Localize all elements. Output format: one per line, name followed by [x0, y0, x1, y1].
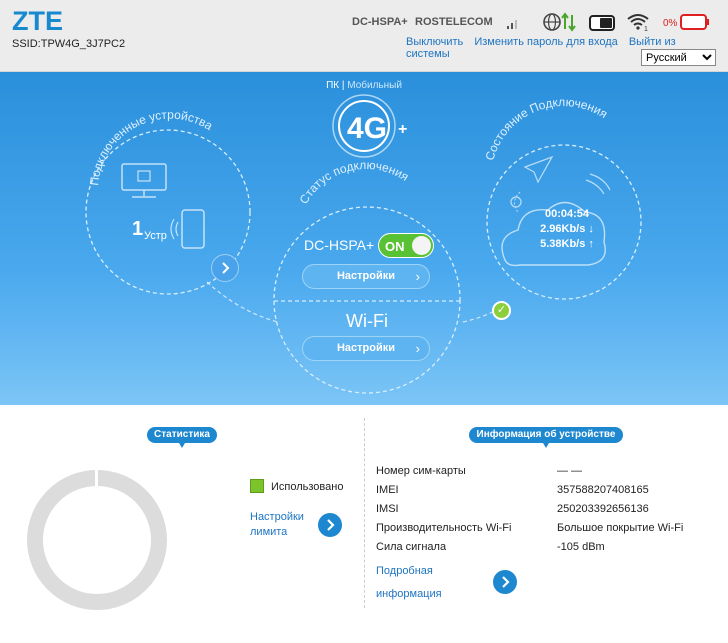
upload-speed: 5.38Kb/s ↑: [540, 238, 594, 250]
carrier-name: ROSTELECOM: [415, 16, 493, 28]
zte-logo: ZTE: [12, 6, 63, 36]
device-unit: Устр: [144, 230, 167, 242]
signal-strength-label: Сила сигнала: [376, 541, 447, 553]
used-legend-swatch: [250, 479, 264, 493]
chevron-right-icon: ›: [415, 341, 420, 356]
chevron-right-icon: [222, 262, 230, 274]
used-legend-label: Использовано: [271, 481, 344, 493]
wifi-settings-label: Настройки: [336, 342, 396, 354]
header: ZTE SSID:TPW4G_3J7PC2 DC-HSPA+ ROSTELECO…: [0, 0, 728, 72]
caret-down-icon: [179, 443, 185, 448]
connection-toggle[interactable]: ON: [378, 233, 434, 258]
toggle-label: ON: [385, 239, 405, 254]
monitor-icon: [121, 163, 167, 198]
signal-strength-icon: [507, 20, 517, 29]
imei-value: 357588207408165: [557, 484, 649, 496]
globe-connected-icon: [543, 12, 576, 32]
sim-card-icon: [589, 15, 615, 31]
chevron-right-icon: [327, 519, 335, 531]
mobile-settings-label: Настройки: [336, 270, 396, 282]
connection-state-title: Состояние Подключения: [483, 95, 611, 162]
more-info-button[interactable]: [493, 570, 517, 594]
wifi-performance-label: Производительность Wi-Fi: [376, 522, 512, 534]
dashboard-panel: 4G + Подключенные устройства Статус подк…: [0, 72, 728, 405]
phone-icon: [170, 209, 205, 249]
mode-mobile[interactable]: Мобильный: [347, 80, 402, 91]
imei-label: IMEI: [376, 484, 399, 496]
more-info-line2: информация: [376, 588, 442, 600]
usage-donut-chart: [27, 470, 167, 610]
mode-switch: ПК | Мобильный: [0, 80, 728, 91]
devices-details-button[interactable]: [211, 254, 239, 282]
signal-strength-value: -105 dBm: [557, 541, 605, 553]
wifi-settings-button[interactable]: Настройки ›: [302, 336, 430, 361]
sim-number-label: Номер сим-карты: [376, 465, 466, 477]
checkmark-icon: ✓: [492, 301, 511, 320]
wifi-label: Wi-Fi: [346, 311, 388, 331]
battery-percent: 0%: [663, 18, 678, 29]
shutdown-link[interactable]: Выключить: [406, 36, 463, 48]
mobile-settings-button[interactable]: Настройки ›: [302, 264, 430, 289]
limit-settings-line2: лимита: [250, 526, 288, 538]
ssid-label: SSID:TPW4G_3J7PC2: [12, 38, 126, 50]
network-name: DC-HSPA+: [304, 237, 375, 253]
chevron-right-icon: ›: [415, 269, 420, 284]
caret-down-icon: [543, 443, 549, 448]
battery-low-icon: [680, 14, 709, 30]
imsi-value: 250203392656136: [557, 503, 649, 515]
limit-settings-link[interactable]: Настройки лимита: [250, 510, 304, 540]
4g-plus-logo: 4G +: [332, 94, 407, 158]
svg-text:+: +: [398, 121, 407, 138]
network-type: DC-HSPA+: [352, 16, 408, 28]
connection-status-title: Статус подключения: [297, 158, 412, 207]
statistics-title: Статистика: [147, 427, 217, 443]
connection-time: 00:04:54: [544, 208, 590, 220]
language-select[interactable]: Русский: [641, 49, 716, 66]
download-speed: 2.96Kb/s ↓: [540, 223, 594, 235]
section-divider: [364, 418, 365, 608]
toggle-knob: [412, 236, 431, 255]
donut-marker: [95, 470, 98, 488]
devices-title: Подключенные устройства: [87, 108, 215, 187]
mode-pc[interactable]: ПК: [326, 80, 339, 91]
chevron-right-icon: [502, 576, 510, 588]
device-info-title: Информация об устройстве: [469, 427, 623, 443]
more-info-line1: Подробная: [376, 565, 433, 577]
wifi-icon: 1: [627, 14, 649, 32]
device-count: 1: [132, 218, 144, 240]
change-password-link[interactable]: Изменить пароль для входа: [474, 36, 617, 48]
imsi-label: IMSI: [376, 503, 399, 515]
limit-settings-button[interactable]: [318, 513, 342, 537]
wifi-performance-value: Большое покрытие Wi-Fi: [557, 522, 684, 534]
svg-text:4G: 4G: [347, 112, 387, 145]
more-info-link[interactable]: Подробная информация: [376, 560, 442, 606]
limit-settings-line1: Настройки: [250, 511, 304, 523]
svg-text:1: 1: [644, 26, 648, 32]
sim-number-value: — —: [557, 465, 583, 477]
